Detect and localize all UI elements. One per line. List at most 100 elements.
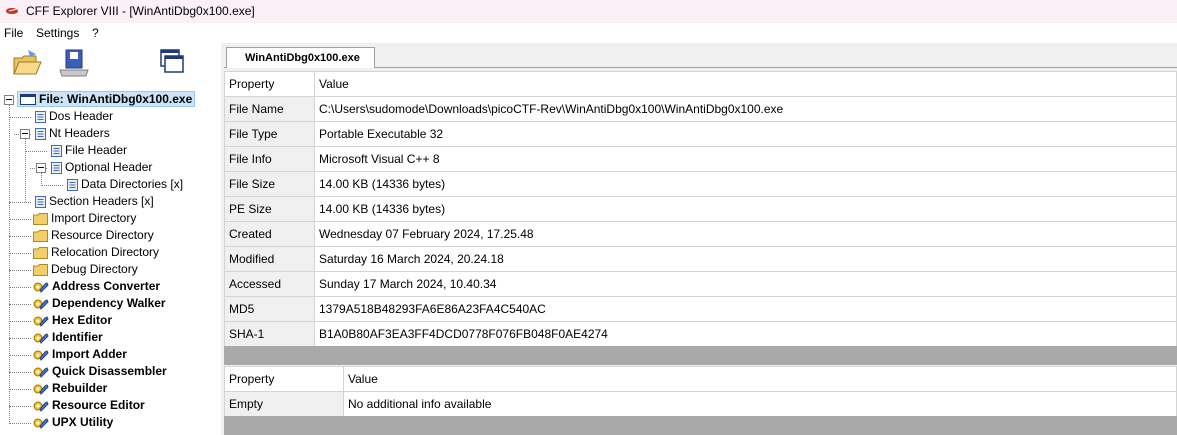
property-value: No additional info available	[343, 391, 1177, 417]
column-header-property[interactable]: Property	[224, 366, 344, 392]
tree-item-root[interactable]: File: WinAntiDbg0x100.exe	[17, 91, 196, 108]
document-icon	[35, 110, 46, 123]
tree-item-hex-editor[interactable]: Hex Editor	[33, 312, 112, 329]
gear-tool-icon	[33, 384, 49, 395]
tree-item-label: Rebuilder	[52, 381, 108, 395]
table-row[interactable]: SHA-1 B1A0B80AF3EA3FF4DCD0778F076FB048F0A…	[224, 321, 1177, 347]
menu-help[interactable]: ?	[92, 26, 99, 40]
tree-item-nt-headers[interactable]: Nt Headers	[35, 125, 110, 142]
property-name: Created	[224, 221, 315, 247]
tree-item-label: Resource Directory	[51, 228, 154, 242]
gear-tool-icon	[33, 316, 49, 327]
table-row[interactable]: Empty No additional info available	[224, 391, 1177, 417]
property-name: Accessed	[224, 271, 315, 297]
tree-item-label: Optional Header	[65, 160, 153, 174]
table-row[interactable]: Created Wednesday 07 February 2024, 17.25…	[224, 221, 1177, 247]
tree-item-label: Import Directory	[51, 211, 137, 225]
table-row[interactable]: File Size 14.00 KB (14336 bytes)	[224, 171, 1177, 197]
windows-button[interactable]	[155, 46, 191, 82]
tree-item-relocation-directory[interactable]: Relocation Directory	[33, 244, 159, 261]
column-header-value[interactable]: Value	[343, 366, 1177, 392]
open-button[interactable]	[10, 46, 46, 82]
table-row[interactable]: PE Size 14.00 KB (14336 bytes)	[224, 196, 1177, 222]
table-header-row: Property Value	[224, 366, 1177, 392]
tree-item-dependency-walker[interactable]: Dependency Walker	[33, 295, 166, 312]
tree-view: File: WinAntiDbg0x100.exe Dos Header Nt …	[0, 89, 222, 435]
tree-item-debug-directory[interactable]: Debug Directory	[33, 261, 138, 278]
tree-item-label: File Header	[65, 143, 128, 157]
tree-item-rebuilder[interactable]: Rebuilder	[33, 380, 107, 397]
expand-toggle-root[interactable]	[4, 95, 14, 105]
bottom-gap	[224, 416, 1177, 435]
window-title: CFF Explorer VIII - [WinAntiDbg0x100.exe…	[26, 4, 255, 18]
property-value: Portable Executable 32	[314, 121, 1177, 147]
table-row[interactable]: Modified Saturday 16 March 2024, 20.24.18	[224, 246, 1177, 272]
expand-toggle-nt[interactable]	[20, 129, 30, 139]
tree-item-label: Quick Disassembler	[52, 364, 167, 378]
document-icon	[51, 144, 62, 157]
table-row[interactable]: File Name C:\Users\sudomode\Downloads\pic…	[224, 96, 1177, 122]
tree-item-address-converter[interactable]: Address Converter	[33, 278, 160, 295]
tab-strip: WinAntiDbg0x100.exe	[224, 43, 1177, 68]
toolbar	[0, 43, 222, 89]
window-file-icon	[20, 94, 36, 106]
open-folder-icon	[13, 50, 42, 75]
document-icon	[67, 178, 78, 191]
property-value: 1379A518B48293FA6E86A23FA4C540AC	[314, 296, 1177, 322]
gear-tool-icon	[33, 333, 49, 344]
title-bar: CFF Explorer VIII - [WinAntiDbg0x100.exe…	[0, 0, 1177, 23]
tree-item-label: Identifier	[52, 330, 103, 344]
property-name: File Name	[224, 96, 315, 122]
menu-file[interactable]: File	[4, 26, 23, 40]
tree-item-label: Nt Headers	[49, 126, 110, 140]
gear-tool-icon	[33, 418, 49, 429]
windows-icon	[160, 49, 184, 73]
folder-icon	[33, 246, 48, 259]
tree-item-section-headers[interactable]: Section Headers [x]	[35, 193, 154, 210]
tree-item-upx-utility[interactable]: UPX Utility	[33, 414, 113, 431]
document-icon	[35, 195, 46, 208]
gear-tool-icon	[33, 282, 49, 293]
properties-table: Property Value File Name C:\Users\sudomod…	[224, 71, 1177, 347]
property-name: Modified	[224, 246, 315, 272]
gear-tool-icon	[33, 299, 49, 310]
tree-item-label: Data Directories [x]	[81, 177, 184, 191]
tree-item-resource-editor[interactable]: Resource Editor	[33, 397, 145, 414]
gear-tool-icon	[33, 401, 49, 412]
document-icon	[35, 127, 46, 140]
tree-item-import-adder[interactable]: Import Adder	[33, 346, 127, 363]
tree-item-data-directories[interactable]: Data Directories [x]	[67, 176, 183, 193]
folder-icon	[33, 229, 48, 242]
table-row[interactable]: File Type Portable Executable 32	[224, 121, 1177, 147]
tree-item-identifier[interactable]: Identifier	[33, 329, 103, 346]
save-button[interactable]	[58, 46, 94, 82]
app-logo-icon	[6, 8, 18, 14]
tree-item-label: Hex Editor	[52, 313, 113, 327]
property-value: C:\Users\sudomode\Downloads\picoCTF-Rev\…	[314, 96, 1177, 122]
tree-item-import-directory[interactable]: Import Directory	[33, 210, 136, 227]
tree-item-dos-header[interactable]: Dos Header	[35, 108, 113, 125]
tree-item-label: Import Adder	[52, 347, 127, 361]
gear-tool-icon	[33, 367, 49, 378]
table-row[interactable]: File Info Microsoft Visual C++ 8	[224, 146, 1177, 172]
property-value: Saturday 16 March 2024, 20.24.18	[314, 246, 1177, 272]
tree-item-quick-disassembler[interactable]: Quick Disassembler	[33, 363, 167, 380]
tree-item-label: Dependency Walker	[52, 296, 166, 310]
table-header-row: Property Value	[224, 71, 1177, 97]
tree-item-label: Section Headers [x]	[49, 194, 154, 208]
tree-item-label: Resource Editor	[52, 398, 145, 412]
column-header-property[interactable]: Property	[224, 71, 315, 97]
table-row[interactable]: MD5 1379A518B48293FA6E86A23FA4C540AC	[224, 296, 1177, 322]
tree-item-resource-directory[interactable]: Resource Directory	[33, 227, 154, 244]
tree-item-optional-header[interactable]: Optional Header	[51, 159, 152, 176]
document-icon	[51, 161, 62, 174]
menu-settings[interactable]: Settings	[36, 26, 79, 40]
tab-file[interactable]: WinAntiDbg0x100.exe	[226, 47, 375, 68]
column-header-value[interactable]: Value	[314, 71, 1177, 97]
table-row[interactable]: Accessed Sunday 17 March 2024, 10.40.34	[224, 271, 1177, 297]
folder-icon	[33, 263, 48, 276]
expand-toggle-optional[interactable]	[36, 163, 46, 173]
tree-item-file-header[interactable]: File Header	[51, 142, 127, 159]
tree-item-label: UPX Utility	[52, 415, 114, 429]
property-value: 14.00 KB (14336 bytes)	[314, 171, 1177, 197]
